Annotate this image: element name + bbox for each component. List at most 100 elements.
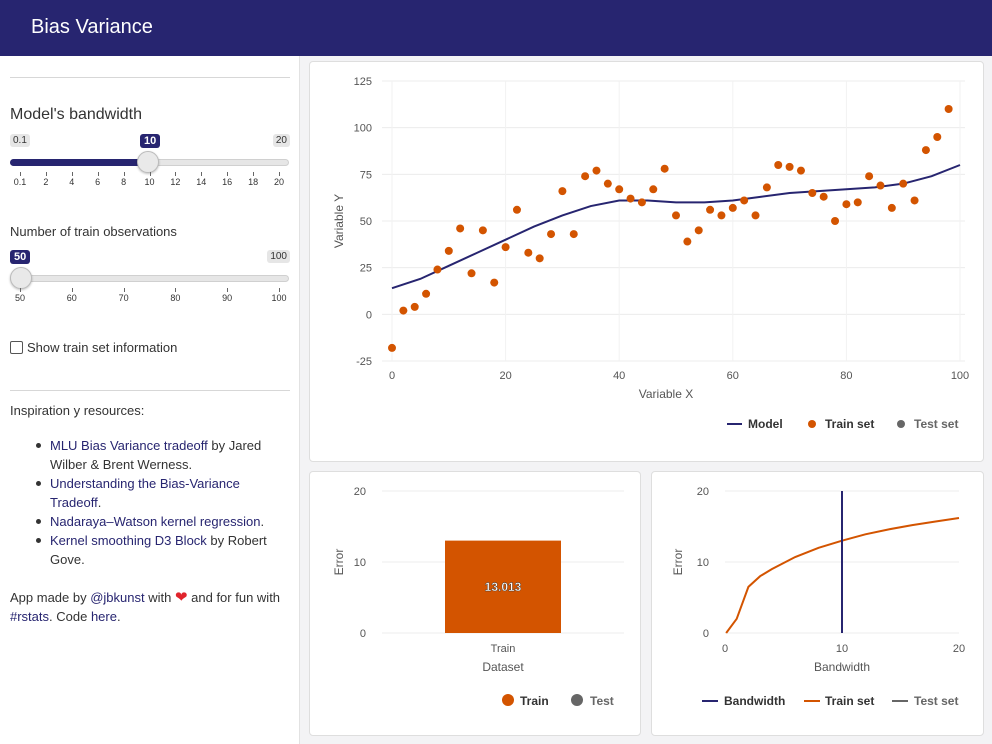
list-item: Kernel smoothing D3 Block by Robert Gove… [36, 531, 285, 569]
bandwidth-slider[interactable]: 0.1 20 10 0.1 2 4 6 8 10 12 14 16 18 20 [10, 134, 290, 187]
slider-tick-label: 16 [222, 177, 233, 187]
slider-tick-label: 6 [95, 177, 101, 187]
train-point [853, 198, 862, 207]
train-point [478, 226, 487, 235]
train-point [899, 179, 908, 188]
slider-tick-label: 90 [222, 293, 233, 303]
train-point [433, 265, 442, 274]
train-point [819, 192, 828, 201]
slider-tick-label: 0.1 [13, 177, 27, 187]
resources-list: MLU Bias Variance tradeoff by Jared Wilb… [36, 436, 285, 569]
legend-bandwidth-label: Bandwidth [724, 694, 785, 708]
slider-value-badge: 50 [10, 250, 31, 264]
x-axis-label: Bandwidth [814, 660, 870, 674]
y-axis-label: Error [671, 549, 685, 576]
y-axis-label: Variable Y [332, 194, 346, 248]
train-point [467, 269, 476, 278]
slider-tick [123, 172, 125, 176]
resource-link[interactable]: Kernel smoothing D3 Block [50, 533, 207, 548]
legend-test-label: Test set [914, 694, 958, 708]
slider-max-badge: 100 [267, 250, 290, 263]
x-tick-label: 20 [499, 370, 511, 382]
train-point [785, 162, 794, 171]
train-point [672, 211, 680, 220]
slider-tick-label: 100 [271, 293, 287, 303]
slider-track[interactable] [10, 275, 289, 282]
slider-tick [20, 172, 21, 176]
train-point [535, 254, 544, 263]
y-tick-label: 0 [366, 309, 372, 321]
error-bar-chart-card: 20 10 0 Error 13.013 Train Dataset Train Test [309, 471, 641, 736]
slider-ticks: 50 60 70 80 90 100 [10, 288, 290, 303]
slider-tick [123, 288, 125, 292]
train-point [762, 183, 771, 192]
train-point [751, 211, 760, 220]
train-point [694, 226, 703, 235]
resource-link[interactable]: Nadaraya–Watson kernel regression [50, 514, 261, 529]
scatter-chart: 125 100 75 50 25 0 -25 0 20 40 60 80 100 Variable X Va… [332, 76, 969, 431]
slider-tick [279, 288, 280, 292]
slider-tick-label: 80 [170, 293, 181, 303]
x-axis-label: Dataset [482, 660, 524, 674]
train-point [637, 198, 646, 207]
y-tick-label: 20 [354, 486, 366, 498]
slider-tick [71, 172, 73, 176]
train-point [547, 230, 556, 239]
x-axis-label: Variable X [639, 387, 693, 401]
train-point [558, 187, 567, 196]
train-point [774, 161, 783, 169]
slider-tick-label: 70 [118, 293, 129, 303]
legend-test-label: Test [590, 694, 614, 708]
author-link[interactable]: @jbkunst [90, 590, 144, 605]
resources-title: Inspiration y resources: [10, 403, 145, 418]
y-tick-label: 50 [360, 216, 372, 228]
rstats-link[interactable]: #rstats [10, 609, 49, 624]
slider-handle[interactable] [137, 151, 159, 173]
train-point [615, 185, 624, 194]
checkbox-box[interactable] [10, 341, 23, 354]
x-tick-label: 0 [389, 370, 395, 382]
train-point [740, 196, 749, 205]
train-point [649, 185, 658, 194]
list-item: Understanding the Bias-Variance Tradeoff… [36, 474, 285, 512]
train-point [887, 203, 896, 212]
code-link[interactable]: here [91, 609, 117, 624]
legend-train-swatch [502, 694, 514, 706]
slider-tick-label: 4 [69, 177, 75, 187]
slider-tick-label: 14 [196, 177, 207, 187]
x-tick-label: 20 [953, 643, 965, 655]
train-point [581, 172, 590, 181]
slider-tick [175, 288, 177, 292]
y-tick-label: 75 [360, 169, 372, 181]
sidebar: Model's bandwidth 0.1 20 10 0.1 2 4 6 8 10 12 1… [0, 56, 300, 744]
y-tick-label: 20 [697, 486, 709, 498]
legend-train-label: Train [520, 694, 549, 708]
legend-test-swatch [571, 694, 583, 706]
train-point [728, 203, 737, 212]
slider-tick-label: 20 [273, 177, 285, 187]
train-point [944, 105, 953, 113]
slider-min-badge: 0.1 [10, 134, 30, 147]
slider-tick-label: 2 [43, 177, 49, 187]
train-point [501, 243, 510, 252]
train-point [717, 211, 726, 220]
resource-link[interactable]: Understanding the Bias-Variance Tradeoff [50, 476, 240, 510]
train-point [444, 246, 453, 255]
train-point [933, 133, 942, 141]
show-train-info-checkbox[interactable]: Show train set information [10, 340, 177, 355]
train-obs-slider[interactable]: 50 100 50 60 70 80 90 100 [10, 250, 290, 303]
train-point [512, 205, 521, 214]
slider-tick [227, 288, 229, 292]
resource-link[interactable]: MLU Bias Variance tradeoff [50, 438, 208, 453]
slider-tick [175, 172, 177, 176]
y-tick-label: 25 [360, 263, 372, 275]
slider-tick-label: 8 [121, 177, 127, 187]
train-point [603, 179, 612, 188]
x-tick-label: 0 [722, 643, 728, 655]
x-tick-label: 40 [613, 370, 625, 382]
train-point [706, 205, 715, 214]
slider-handle[interactable] [10, 267, 32, 289]
slider-tick [253, 172, 255, 176]
train-point [524, 248, 533, 257]
bar-value-label: 13.013 [485, 580, 522, 594]
